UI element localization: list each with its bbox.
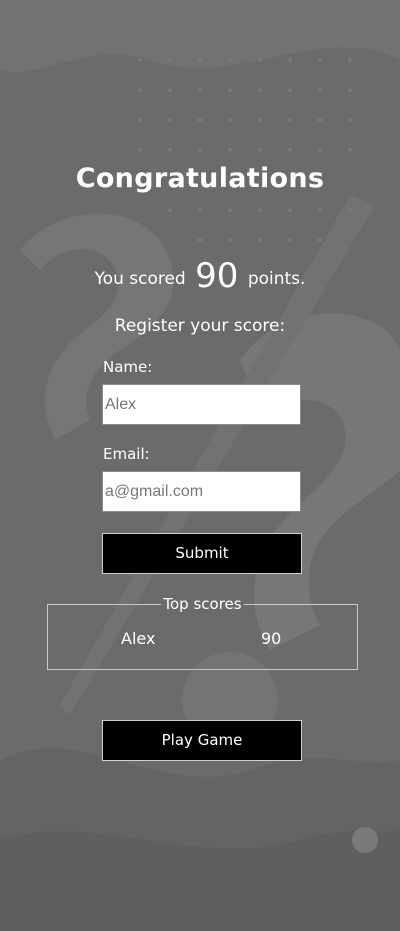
score-prefix: You scored bbox=[94, 269, 186, 289]
play-game-button[interactable]: Play Game bbox=[102, 720, 302, 761]
score-row-points: 90 bbox=[261, 629, 282, 648]
score-suffix: points. bbox=[247, 269, 306, 289]
score-summary: You scored 90 points. bbox=[0, 256, 400, 299]
name-input[interactable] bbox=[102, 384, 301, 425]
top-scores-panel: Top scores Alex 90 bbox=[47, 595, 358, 670]
page-title: Congratulations bbox=[75, 163, 325, 194]
register-prompt: Register your score: bbox=[114, 316, 286, 336]
top-scores-title: Top scores bbox=[161, 595, 244, 613]
score-page: Congratulations You scored 90 points. Re… bbox=[0, 0, 400, 931]
content-area: Congratulations You scored 90 points. Re… bbox=[0, 0, 400, 931]
score-row-name: Alex bbox=[121, 629, 156, 648]
score-value: 90 bbox=[195, 256, 239, 296]
name-label: Name: bbox=[103, 358, 153, 376]
email-label: Email: bbox=[103, 445, 150, 463]
email-input[interactable] bbox=[102, 471, 301, 512]
submit-button[interactable]: Submit bbox=[102, 533, 302, 574]
